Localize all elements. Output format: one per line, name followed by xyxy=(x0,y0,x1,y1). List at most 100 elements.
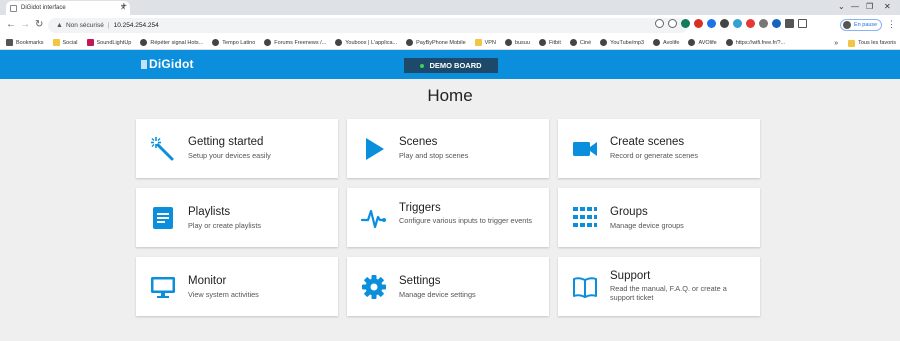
card-subtitle: Manage device groups xyxy=(610,221,684,230)
bookmark-label: Bookmarks xyxy=(16,39,44,46)
card-subtitle: View system activities xyxy=(188,290,259,299)
bookmark-item[interactable]: Répéter signal Hots... xyxy=(140,39,203,46)
card-subtitle: Record or generate scenes xyxy=(610,151,699,160)
extension-icon[interactable] xyxy=(681,19,690,28)
card-title: Getting started xyxy=(188,136,264,148)
globe-icon xyxy=(688,39,696,46)
bookmark-label: Répéter signal Hots... xyxy=(150,39,204,46)
bookmark-item[interactable]: Avolife xyxy=(653,39,679,46)
restore-icon[interactable]: ❐ xyxy=(866,2,873,11)
extension-icon[interactable] xyxy=(746,19,755,28)
card-title: Create scenes xyxy=(610,136,685,148)
avatar xyxy=(843,21,851,29)
card-triggers[interactable]: Triggers Configure various inputs to tri… xyxy=(347,188,549,247)
digidot-logo[interactable]: DiGidot xyxy=(141,57,194,71)
card-monitor[interactable]: Monitor View system activities xyxy=(136,257,338,316)
bookmark-label: Youboox | L'applica... xyxy=(345,39,398,46)
bookmark-item[interactable]: YouTube/mp3 xyxy=(600,39,644,46)
bookmark-label: busuu xyxy=(514,39,530,46)
card-settings[interactable]: Settings Manage device settings xyxy=(347,257,549,316)
bookmark-label: VPN xyxy=(484,39,496,46)
url-text[interactable]: 10.254.254.254 xyxy=(114,22,159,29)
logo-text: DiGidot xyxy=(149,57,194,71)
card-groups[interactable]: Groups Manage device groups xyxy=(558,188,760,247)
globe-icon xyxy=(335,39,343,46)
bookmark-item[interactable]: VPN xyxy=(474,39,496,46)
globe-icon xyxy=(406,39,414,46)
card-playlists[interactable]: Playlists Play or create playlists xyxy=(136,188,338,247)
folder-icon xyxy=(474,39,482,46)
page-title: Home xyxy=(427,86,473,105)
bookmark-item[interactable]: Fitbit xyxy=(538,39,561,46)
browser-menu-icon[interactable]: ⋮ xyxy=(887,19,896,30)
globe-icon xyxy=(140,39,148,46)
play-icon xyxy=(366,138,384,160)
board-name: DEMO BOARD xyxy=(429,61,482,70)
bookmark-item[interactable]: Tempo Latino xyxy=(212,39,255,46)
address-divider: | xyxy=(107,22,110,29)
bookmark-item[interactable]: SoundLightUp xyxy=(86,39,132,46)
bookmarks-overflow: » Tous les favoris xyxy=(834,36,896,50)
star-icon[interactable] xyxy=(668,19,677,28)
board-selector-button[interactable]: DEMO BOARD xyxy=(404,58,498,73)
extension-icon[interactable] xyxy=(772,19,781,28)
extension-icon[interactable] xyxy=(694,19,703,28)
extension-icon[interactable] xyxy=(759,19,768,28)
card-subtitle: Manage device settings xyxy=(399,290,476,299)
puzzle-icon[interactable] xyxy=(785,19,794,28)
bookmark-label: PayByPhone Mobile xyxy=(416,39,466,46)
address-bar[interactable]: ▲ Non sécurisé | 10.254.254.254 xyxy=(48,18,688,33)
globe-icon xyxy=(569,39,577,46)
app-header: DiGidot DEMO BOARD xyxy=(0,50,900,79)
bookmark-item[interactable]: Bookmarks xyxy=(6,39,44,46)
book-icon xyxy=(573,277,597,298)
page-favicon-icon xyxy=(10,4,17,12)
bookmark-item[interactable]: AVOlife xyxy=(688,39,717,46)
bookmark-label: SoundLightUp xyxy=(96,39,132,46)
reload-icon[interactable]: ↻ xyxy=(35,19,43,31)
bookmark-item[interactable]: PayByPhone Mobile xyxy=(406,39,466,46)
profile-button[interactable]: En pause xyxy=(840,19,883,31)
card-getting-started[interactable]: Getting started Setup your devices easil… xyxy=(136,119,338,178)
share-icon[interactable] xyxy=(655,19,664,28)
bookmark-item[interactable]: Social xyxy=(52,39,78,46)
back-icon[interactable]: ← xyxy=(6,19,16,31)
minimize-icon[interactable]: — xyxy=(851,2,859,11)
extension-icon[interactable] xyxy=(707,19,716,28)
card-title: Playlists xyxy=(188,206,231,218)
extension-icon[interactable] xyxy=(720,19,729,28)
all-bookmarks-folder[interactable]: Tous les favoris xyxy=(848,39,896,47)
star-icon xyxy=(6,39,13,46)
bookmark-item[interactable]: https://wifi.free.fr/?... xyxy=(725,39,785,46)
bookmark-item[interactable]: busuu xyxy=(504,39,530,46)
new-tab-button[interactable]: + xyxy=(121,2,127,12)
card-scenes[interactable]: Scenes Play and stop scenes xyxy=(347,119,549,178)
card-title: Triggers xyxy=(399,202,441,214)
tab-title: DiGidot interface xyxy=(21,5,66,11)
monitor-icon xyxy=(151,277,175,298)
bookmark-label: Forums Freenews /... xyxy=(274,39,327,46)
warning-icon[interactable]: ▲ xyxy=(56,22,63,29)
globe-icon xyxy=(600,39,608,46)
browser-toolbar: ← → ↻ ▲ Non sécurisé | 10.254.254.254 En… xyxy=(0,15,900,36)
card-create-scenes[interactable]: Create scenes Record or generate scenes xyxy=(558,119,760,178)
close-window-icon[interactable]: ✕ xyxy=(884,2,891,11)
bookmark-label: Ciné xyxy=(579,39,592,46)
groups-grid-icon xyxy=(573,207,597,227)
card-support[interactable]: Support Read the manual, F.A.Q. or creat… xyxy=(558,257,760,316)
profile-label: En pause xyxy=(854,22,878,28)
bookmark-item[interactable]: Ciné xyxy=(569,39,592,46)
card-title: Groups xyxy=(610,206,648,218)
extension-icon[interactable] xyxy=(733,19,742,28)
more-bookmarks-button[interactable]: » xyxy=(834,40,838,47)
bookmark-item[interactable]: Forums Freenews /... xyxy=(264,39,326,46)
globe-icon xyxy=(504,39,512,46)
folder-icon xyxy=(848,39,856,47)
forward-icon[interactable]: → xyxy=(20,19,30,31)
chevron-down-icon[interactable]: ⌄ xyxy=(838,2,845,11)
card-subtitle: Setup your devices easily xyxy=(188,151,271,160)
side-panel-icon[interactable] xyxy=(798,19,807,28)
bookmark-item[interactable]: Youboox | L'applica... xyxy=(335,39,397,46)
bookmark-label: Tempo Latino xyxy=(222,39,256,46)
browser-tab[interactable]: DiGidot interface ✕ xyxy=(6,1,130,15)
